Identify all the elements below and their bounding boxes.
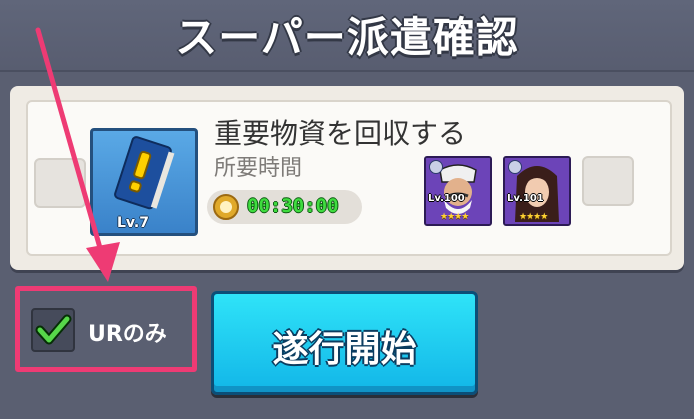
checkmark-icon [35, 314, 72, 345]
start-dispatch-label: 遂行開始 [272, 329, 417, 370]
hero-level: Lv.101 [507, 193, 544, 204]
hero-stars: ★★★★ [519, 212, 548, 222]
hero-slot-1[interactable]: Lv.100 ★★★★ [424, 156, 492, 226]
hero-class-badge [508, 160, 522, 174]
ur-only-checkbox[interactable] [31, 308, 75, 352]
start-dispatch-button[interactable]: 遂行開始 [211, 291, 478, 395]
mission-card[interactable]: Lv.7 [90, 128, 198, 236]
page-title: スーパー派遣確認 [175, 13, 519, 62]
clock-icon [213, 194, 239, 220]
empty-slot-left[interactable] [34, 158, 86, 208]
required-time-label: 所要時間 [214, 156, 303, 181]
duration-pill: 00:30:00 [207, 190, 362, 224]
mission-name: 重要物資を回収する [214, 117, 467, 150]
hero-stars: ★★★★ [440, 212, 469, 222]
hero-class-badge [429, 160, 443, 174]
hero-level: Lv.100 [428, 193, 465, 204]
mission-level: Lv.7 [117, 215, 149, 231]
duration-value: 00:30:00 [247, 195, 339, 217]
hero-slot-2[interactable]: Lv.101 ★★★★ [503, 156, 571, 226]
empty-slot-right[interactable] [582, 156, 634, 206]
ur-only-label[interactable]: URのみ [88, 316, 167, 348]
